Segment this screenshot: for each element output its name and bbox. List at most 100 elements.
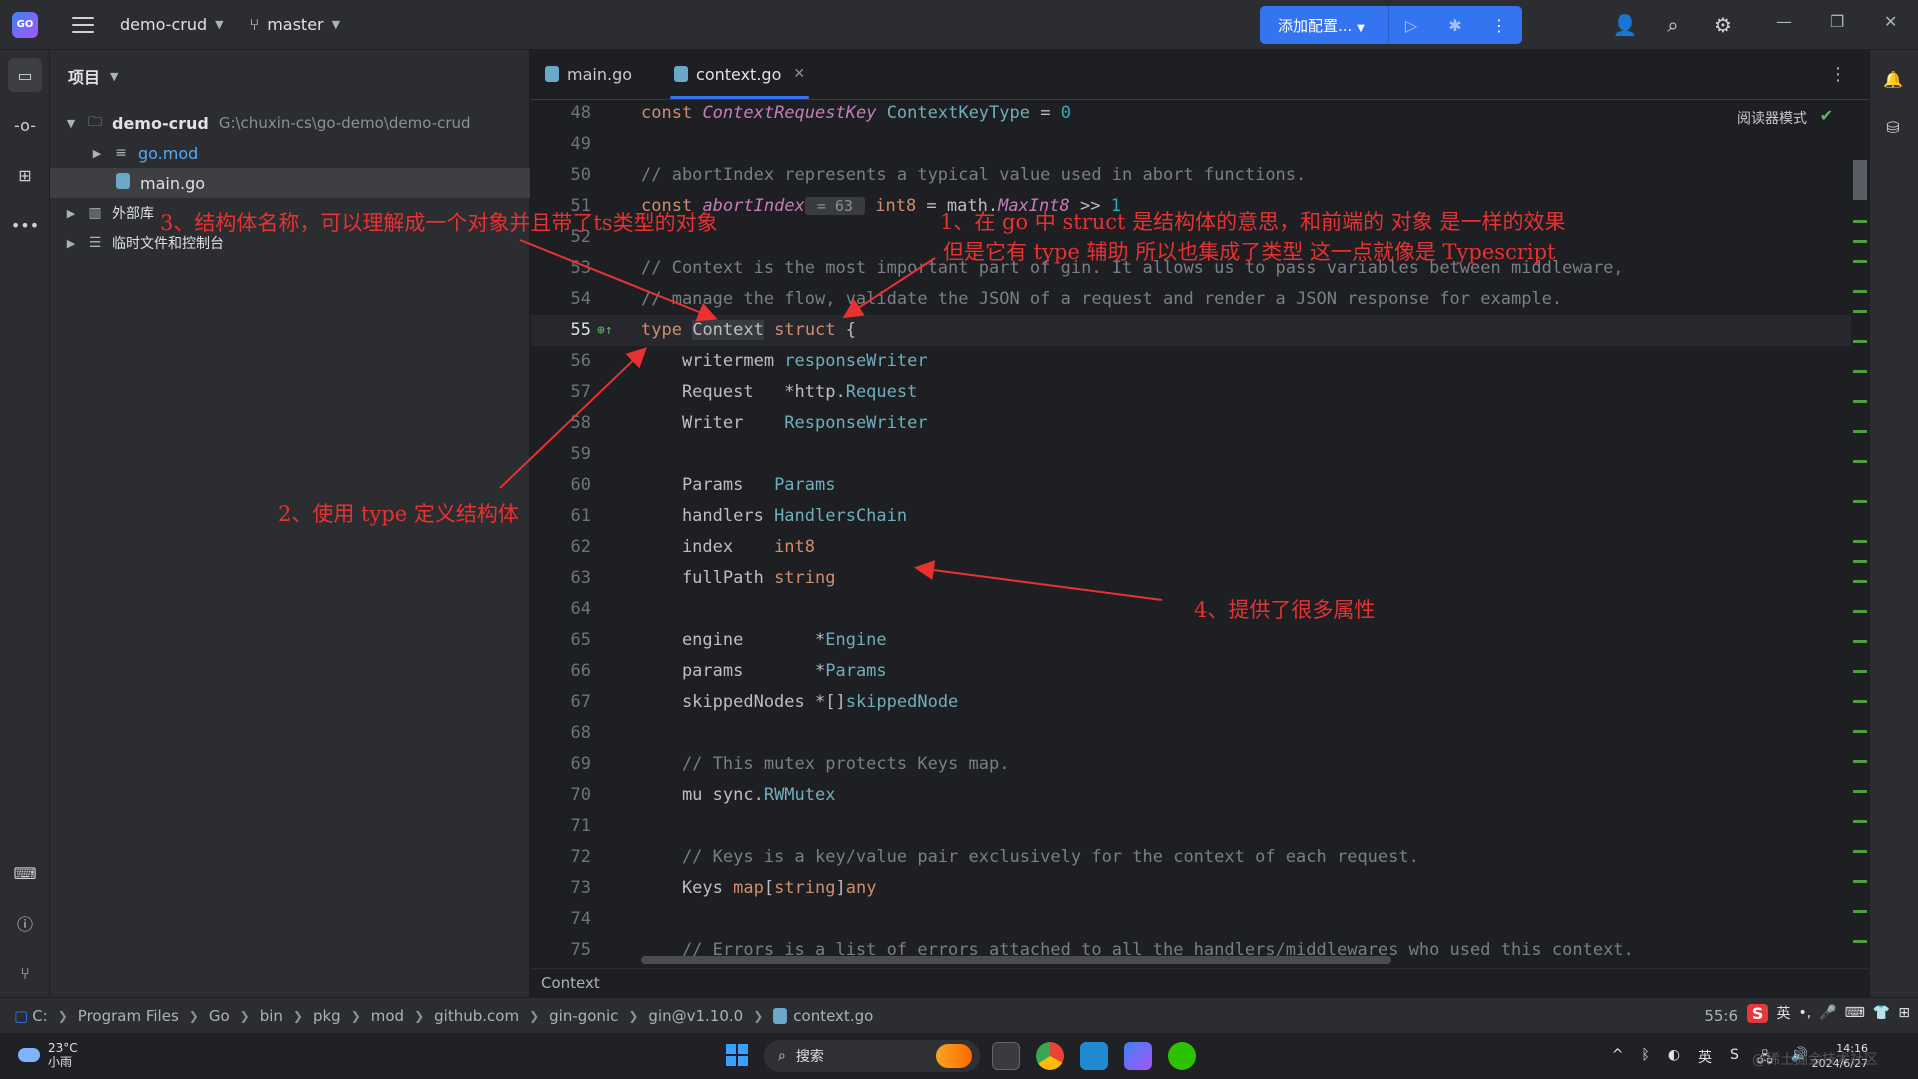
wechat-app-icon[interactable] — [1168, 1042, 1196, 1070]
settings-gear-icon[interactable]: ⚙ — [1710, 12, 1736, 38]
tray-expand-icon[interactable]: ^ — [1612, 1047, 1624, 1071]
add-user-icon[interactable]: 👤 — [1612, 12, 1638, 38]
ime-punct-icon[interactable]: •, — [1798, 1005, 1811, 1021]
structure-icon[interactable]: ⊞ — [8, 158, 42, 192]
search-icon[interactable]: ⌕ — [1660, 12, 1686, 38]
code-line: 61 handlers HandlersChain — [570, 506, 908, 526]
tree-item-main-go[interactable]: main.go — [50, 168, 530, 198]
chevron-right-icon[interactable]: ▶ — [90, 147, 104, 160]
run-icon[interactable]: ▷ — [1389, 16, 1433, 35]
project-folder-icon[interactable]: ▭ — [8, 58, 42, 92]
ime-tray-icon[interactable]: S — [1730, 1047, 1739, 1071]
editor-tabs: main.go context.go ✕ ⋮ — [531, 50, 1869, 100]
tree-item-label: go.mod — [138, 143, 199, 163]
search-icon: ⌕ — [778, 1048, 786, 1064]
chevron-down-icon: ▼ — [110, 69, 119, 83]
wechat-tray-icon[interactable]: ◐ — [1668, 1047, 1680, 1071]
cursor-position[interactable]: 55:6 — [1704, 1007, 1738, 1025]
debug-icon[interactable]: ✱ — [1433, 16, 1477, 35]
branch-switcher[interactable]: ⑂ master ▼ — [250, 15, 341, 34]
chrome-app-icon[interactable] — [1036, 1042, 1064, 1070]
goland-app-icon[interactable] — [1124, 1042, 1152, 1070]
code-line: 60 Params Params — [570, 475, 836, 495]
tab-context-go[interactable]: context.go ✕ — [660, 49, 819, 99]
vscode-app-icon[interactable] — [1080, 1042, 1108, 1070]
tools-grid-icon[interactable]: ⊞ — [1898, 1005, 1910, 1021]
annotation-2: 2、使用 type 定义结构体 — [278, 502, 519, 526]
skin-icon[interactable]: 👕 — [1873, 1005, 1890, 1021]
path-segment[interactable]: Program Files — [78, 1007, 179, 1025]
project-switcher[interactable]: demo-crud ▼ — [120, 15, 224, 34]
git-icon[interactable]: ⑂ — [8, 956, 42, 990]
go-file-icon — [674, 66, 689, 82]
code-line: 48 const ContextRequestKey ContextKeyType… — [570, 103, 1071, 123]
code-breadcrumb[interactable]: Context — [531, 968, 1869, 997]
windows-start-icon[interactable] — [726, 1044, 748, 1066]
tab-main-go[interactable]: main.go — [531, 49, 646, 99]
code-line: 56 writermem responseWriter — [570, 351, 928, 371]
code-line: 62 index int8 — [570, 537, 816, 557]
drive-icon: ▢ — [14, 1006, 29, 1025]
sogou-ime-icon[interactable]: S — [1746, 1003, 1769, 1023]
chevron-down-icon: ▼ — [215, 18, 224, 31]
minimize-icon[interactable]: — — [1776, 12, 1792, 31]
code-line: 57 Request *http.Request — [570, 382, 918, 402]
search-label: 搜索 — [795, 1049, 824, 1065]
problems-icon[interactable]: ⓘ — [8, 906, 42, 940]
path-segment[interactable]: bin — [260, 1007, 283, 1025]
more-horizontal-icon[interactable]: ••• — [8, 208, 42, 242]
close-icon[interactable]: ✕ — [1884, 12, 1897, 31]
project-panel-header[interactable]: 项目 ▼ — [50, 50, 529, 102]
code-line: 72 // Keys is a key/value pair exclusive… — [570, 847, 1419, 867]
code-line: 59 — [570, 444, 591, 464]
code-line: 64 — [570, 599, 591, 619]
tabs-more-icon[interactable]: ⋮ — [1829, 64, 1847, 85]
run-config-widget: 添加配置... ▼ ▷ ✱ ⋮ — [1260, 6, 1522, 44]
path-segment[interactable]: C: — [32, 1007, 48, 1025]
database-icon[interactable]: ⛁ — [1876, 110, 1910, 144]
go-file-icon — [773, 1007, 788, 1024]
more-vertical-icon[interactable]: ⋮ — [1477, 16, 1521, 35]
terminal-app-icon[interactable] — [992, 1042, 1020, 1070]
notifications-bell-icon[interactable]: 🔔 — [1876, 62, 1910, 96]
weather-widget[interactable]: 23°C 小雨 — [18, 1041, 78, 1069]
ime-lang[interactable]: 英 — [1776, 1003, 1790, 1023]
rain-cloud-icon — [18, 1048, 40, 1062]
folder-icon: 🗀 — [88, 114, 102, 130]
restore-icon[interactable]: ❐ — [1830, 12, 1844, 31]
tray-lang[interactable]: 英 — [1698, 1047, 1712, 1071]
chevron-down-icon[interactable]: ▼ — [64, 117, 78, 130]
terminal-icon[interactable]: ⌨ — [8, 856, 42, 890]
tab-label: main.go — [567, 64, 633, 84]
tree-item-label: 外部库 — [112, 206, 154, 222]
add-config-button[interactable]: 添加配置... ▼ — [1260, 15, 1388, 36]
path-segment[interactable]: mod — [371, 1007, 404, 1025]
goland-logo-icon[interactable]: GO — [12, 11, 38, 38]
commit-icon[interactable]: -o- — [8, 108, 42, 142]
taskbar-search[interactable]: ⌕ 搜索 — [764, 1040, 980, 1072]
path-segment[interactable]: gin-gonic — [549, 1007, 618, 1025]
branch-name: master — [267, 15, 324, 34]
path-segment[interactable]: Go — [209, 1007, 230, 1025]
chevron-right-icon[interactable]: ▶ — [64, 237, 78, 250]
status-bar: ▢ C: ❯ Program Files ❯ Go ❯ bin ❯ pkg ❯ mod ❯ … — [0, 997, 1918, 1033]
tab-label: context.go — [696, 64, 782, 84]
code-line: 58 Writer ResponseWriter — [570, 413, 928, 433]
horizontal-scrollbar[interactable] — [641, 956, 1391, 964]
microphone-icon[interactable]: 🎤 — [1819, 1005, 1836, 1021]
path-segment[interactable]: github.com — [434, 1007, 519, 1025]
path-segment[interactable]: gin@v1.10.0 — [648, 1007, 743, 1025]
chevron-right-icon[interactable]: ▶ — [64, 207, 78, 220]
close-tab-icon[interactable]: ✕ — [793, 66, 805, 82]
code-line: 69 // This mutex protects Keys map. — [570, 754, 1010, 774]
ime-toolbar: S 英 •, 🎤 ⌨ 👕 ⊞ — [1746, 1003, 1910, 1023]
tree-item-go-mod[interactable]: ▶ ≡ go.mod — [50, 138, 530, 168]
code-line: 65 engine *Engine — [570, 630, 887, 650]
error-stripe[interactable] — [1853, 160, 1867, 960]
main-menu-icon[interactable] — [72, 16, 94, 33]
path-segment[interactable]: context.go — [793, 1007, 873, 1025]
keyboard-icon[interactable]: ⌨ — [1845, 1005, 1865, 1021]
bluetooth-icon[interactable]: ᛒ — [1641, 1047, 1649, 1071]
path-segment[interactable]: pkg — [313, 1007, 341, 1025]
tree-item-demo-crud[interactable]: ▼ 🗀 demo-crud G:\chuxin-cs\go-demo\demo-… — [50, 108, 530, 138]
